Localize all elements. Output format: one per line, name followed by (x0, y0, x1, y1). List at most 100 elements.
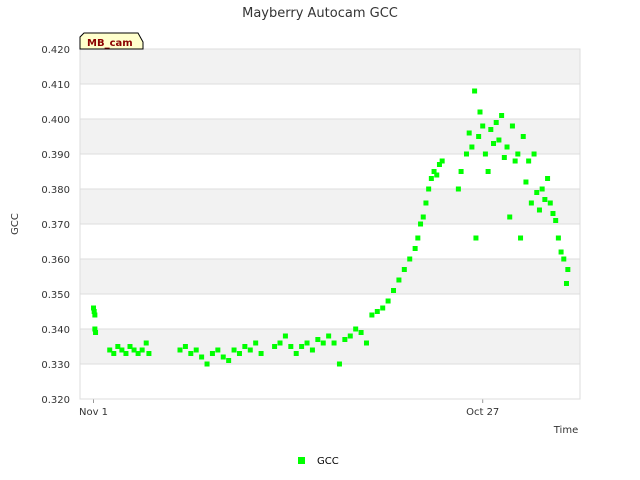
data-point (93, 330, 99, 335)
data-point (509, 123, 515, 129)
chart: Mayberry Autocam GCC 0.320 0.330 0.340 0.35… (10, 6, 581, 467)
data-point (458, 169, 464, 174)
data-point (491, 141, 497, 146)
data-point (415, 235, 421, 241)
data-point (520, 134, 526, 139)
data-point (558, 249, 564, 255)
y-tick-label: 0.420 (41, 45, 70, 56)
data-point (253, 340, 259, 346)
data-point (215, 347, 221, 353)
data-point (396, 277, 402, 283)
y-tick-label: 0.370 (41, 220, 70, 231)
data-point (504, 144, 510, 150)
data-point (320, 340, 326, 346)
data-point (391, 288, 397, 293)
data-point (469, 144, 475, 150)
y-axis-label: GCC (10, 213, 21, 235)
data-point (220, 354, 226, 360)
data-point (342, 337, 348, 342)
data-point (565, 267, 571, 272)
data-point (347, 333, 353, 339)
data-point (426, 186, 432, 192)
data-point (439, 158, 445, 164)
data-point (193, 347, 199, 353)
data-point (476, 134, 482, 139)
data-point (407, 256, 413, 262)
grid-bands (80, 49, 580, 364)
data-point (455, 186, 461, 192)
y-tick-label: 0.340 (41, 325, 70, 336)
data-point (477, 109, 483, 115)
data-point (277, 340, 283, 346)
data-point (480, 123, 486, 129)
chart-title: Mayberry Autocam GCC (242, 6, 398, 21)
data-point (363, 340, 369, 346)
data-point (288, 344, 294, 349)
data-point (563, 281, 569, 286)
x-axis-label: Time (553, 425, 578, 436)
data-point (177, 347, 183, 353)
data-point (555, 235, 561, 241)
data-point (92, 312, 98, 318)
y-tick-label: 0.410 (41, 80, 70, 91)
data-point (353, 326, 359, 332)
data-point (542, 197, 548, 202)
data-point (315, 337, 321, 342)
data-point (561, 256, 567, 262)
data-point (358, 330, 364, 335)
data-point (331, 340, 337, 346)
data-point (385, 298, 391, 304)
data-point (139, 347, 145, 353)
data-point (526, 158, 532, 164)
data-point (123, 351, 129, 356)
data-point (539, 186, 545, 192)
data-point (536, 207, 542, 213)
data-point (293, 351, 299, 356)
data-point (188, 351, 194, 356)
data-point (369, 312, 375, 318)
data-point (299, 344, 305, 349)
data-point (531, 151, 537, 157)
y-axis-tick-labels: 0.320 0.330 0.340 0.350 0.360 0.370 0.380 0.390… (41, 45, 70, 406)
data-point (242, 344, 248, 349)
data-point (499, 113, 505, 118)
data-point (466, 130, 472, 136)
data-point (209, 351, 215, 356)
data-point (485, 169, 491, 174)
y-tick-label: 0.360 (41, 255, 70, 266)
data-point (226, 358, 232, 363)
data-point (247, 347, 253, 353)
site-badge: MB_cam (79, 32, 144, 50)
grid-band (80, 49, 580, 84)
grid-band (80, 189, 580, 224)
data-point (236, 351, 242, 356)
data-point (309, 347, 315, 353)
data-point (473, 235, 479, 241)
data-point (336, 361, 342, 367)
badge-label: MB_cam (87, 38, 133, 49)
data-point (423, 200, 429, 206)
data-point (146, 351, 152, 356)
data-point (523, 179, 529, 185)
data-point (482, 151, 488, 157)
data-point (420, 214, 426, 220)
data-point (199, 354, 205, 360)
data-point (282, 333, 288, 339)
data-point (518, 235, 524, 241)
data-point (472, 88, 478, 94)
data-point (326, 333, 332, 339)
data-point (534, 190, 540, 195)
data-point (550, 211, 556, 216)
data-point (231, 347, 237, 353)
data-point (374, 309, 380, 314)
data-point (553, 218, 559, 223)
data-point (258, 351, 264, 356)
grid-band (80, 259, 580, 294)
data-point (515, 151, 521, 157)
legend-label: GCC (317, 456, 339, 467)
y-tick-label: 0.320 (41, 395, 70, 406)
x-tick-label: Nov 1 (79, 407, 108, 418)
data-point (434, 172, 440, 178)
data-point (547, 200, 553, 206)
data-point (111, 351, 117, 356)
